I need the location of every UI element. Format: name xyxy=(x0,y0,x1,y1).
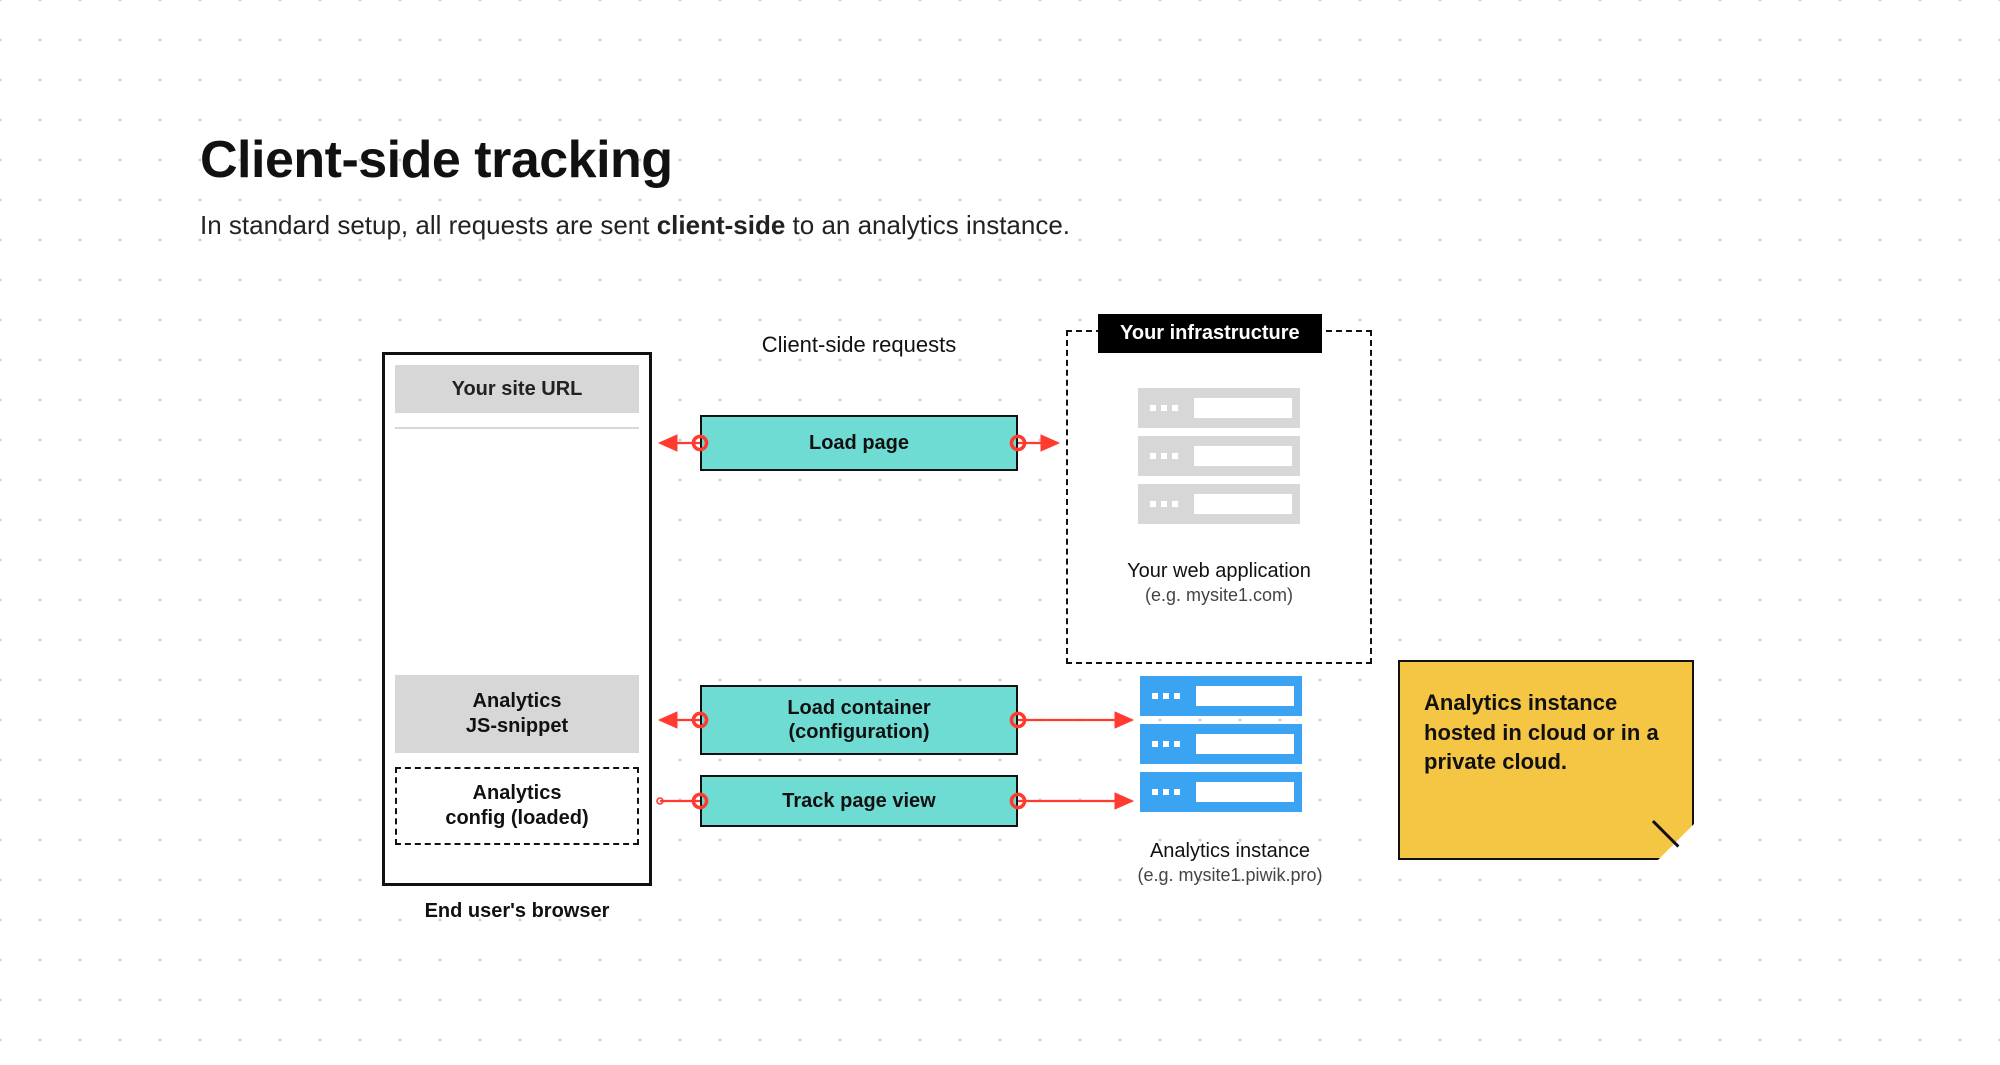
request-load-page-label: Load page xyxy=(809,431,909,455)
infrastructure-caption: Your web application (e.g. mysite1.com) xyxy=(1066,560,1372,606)
analytics-caption-line2: (e.g. mysite1.piwik.pro) xyxy=(1100,865,1360,886)
analytics-caption: Analytics instance (e.g. mysite1.piwik.p… xyxy=(1100,840,1360,886)
analytics-js-snippet-box: Analytics JS-snippet xyxy=(395,675,639,753)
subtitle-pre: In standard setup, all requests are sent xyxy=(200,210,657,240)
analytics-config-loaded-box: Analytics config (loaded) xyxy=(395,767,639,845)
end-user-browser-box: Your site URL Analytics JS-snippet Analy… xyxy=(382,352,652,886)
request-track-label: Track page view xyxy=(782,789,935,813)
infra-caption-line2: (e.g. mysite1.com) xyxy=(1066,585,1372,606)
config-line1: Analytics xyxy=(473,781,562,806)
request-load-page: Load page xyxy=(700,415,1018,471)
subtitle-bold: client-side xyxy=(657,210,786,240)
subtitle-post: to an analytics instance. xyxy=(785,210,1070,240)
browser-url-divider xyxy=(395,427,639,429)
web-app-server-icon xyxy=(1138,388,1300,524)
analytics-caption-line1: Analytics instance xyxy=(1100,840,1360,863)
request-load-container-line2: (configuration) xyxy=(788,720,929,744)
request-load-container: Load container (configuration) xyxy=(700,685,1018,755)
client-side-requests-label: Client-side requests xyxy=(700,332,1018,358)
config-line2: config (loaded) xyxy=(445,806,588,831)
diagram-title: Client-side tracking xyxy=(200,130,673,190)
infrastructure-tab: Your infrastructure xyxy=(1098,314,1322,353)
sticky-note: Analytics instance hosted in cloud or in… xyxy=(1398,660,1694,860)
sticky-note-text: Analytics instance hosted in cloud or in… xyxy=(1424,690,1659,774)
infra-caption-line1: Your web application xyxy=(1066,560,1372,583)
analytics-server-icon xyxy=(1140,676,1302,812)
request-load-container-line1: Load container xyxy=(787,696,930,720)
browser-url-bar: Your site URL xyxy=(395,365,639,413)
sticky-note-fold-line xyxy=(1656,822,1692,858)
snippet-line2: JS-snippet xyxy=(466,714,568,739)
browser-caption: End user's browser xyxy=(382,900,652,923)
diagram-subtitle: In standard setup, all requests are sent… xyxy=(200,210,1070,241)
snippet-line1: Analytics xyxy=(473,689,562,714)
request-track-page-view: Track page view xyxy=(700,775,1018,827)
